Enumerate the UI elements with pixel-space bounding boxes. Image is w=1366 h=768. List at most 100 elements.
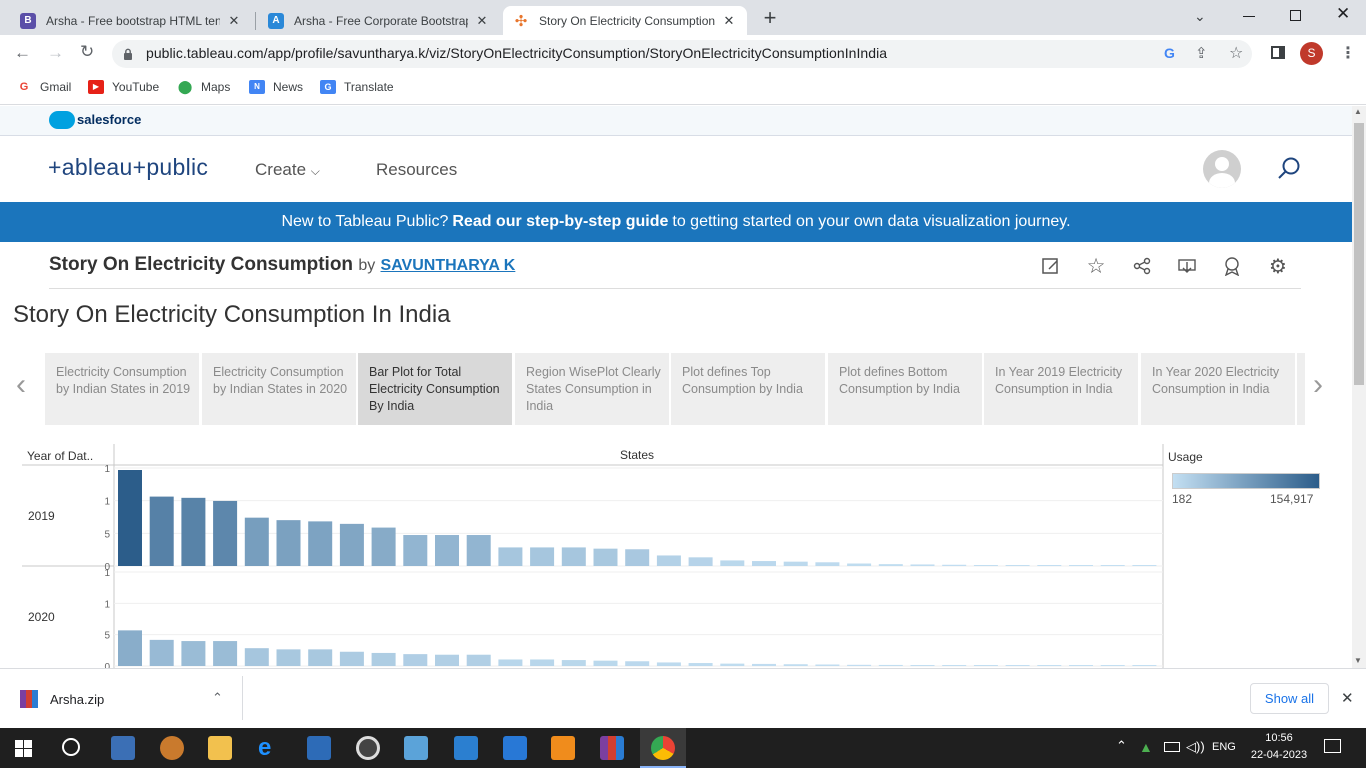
bar xyxy=(276,649,301,666)
bar xyxy=(371,527,396,566)
bar xyxy=(815,562,840,566)
guide-link[interactable]: Read our step-by-step guide xyxy=(452,213,668,231)
share-viz-icon[interactable] xyxy=(1130,254,1154,278)
language-indicator[interactable]: ENG xyxy=(1212,741,1236,753)
show-all-button[interactable]: Show all xyxy=(1250,683,1329,714)
nav-create[interactable]: Create ⌵ xyxy=(255,160,320,180)
file-explorer-icon[interactable] xyxy=(208,736,232,760)
bar xyxy=(593,660,618,666)
by-label: by xyxy=(358,257,376,274)
close-tab-icon[interactable]: ✕ xyxy=(226,13,242,29)
reload-icon[interactable]: ↻ xyxy=(80,42,94,62)
nav-resources[interactable]: Resources xyxy=(376,160,457,180)
clock-date[interactable]: 22-04-2023 xyxy=(1249,749,1309,761)
browser-tab-1[interactable]: B Arsha - Free bootstrap HTML ten ✕ xyxy=(10,6,252,35)
row-label-2020: 2020 xyxy=(28,610,55,624)
download-filename[interactable]: Arsha.zip xyxy=(50,692,104,707)
bookmark-youtube[interactable]: ▶ YouTube xyxy=(88,78,159,96)
settings-gear-icon[interactable]: ⚙ xyxy=(1266,254,1290,278)
story-point-8[interactable]: In Year 2020 Electricity Consumption in … xyxy=(1141,353,1295,425)
notification-icon[interactable] xyxy=(1324,739,1341,753)
browser-tab-2[interactable]: A Arsha - Free Corporate Bootstrap ✕ xyxy=(258,6,500,35)
volume-icon[interactable]: ◁)) xyxy=(1186,739,1205,755)
google-lens-icon[interactable]: G xyxy=(1164,45,1175,61)
browser-tab-title: Arsha - Free Corporate Bootstrap xyxy=(294,13,468,28)
bar xyxy=(1100,565,1125,566)
bookmark-gmail[interactable]: G Gmail xyxy=(16,78,72,96)
minimize-icon[interactable] xyxy=(1242,7,1256,21)
edit-viz-icon[interactable] xyxy=(1039,254,1063,278)
download-viz-icon[interactable] xyxy=(1175,254,1199,278)
bookmark-maps[interactable]: ⬤ Maps xyxy=(177,78,231,96)
tab-search-icon[interactable]: ⌄ xyxy=(1194,8,1206,25)
edge-icon[interactable]: e xyxy=(258,736,282,760)
story-point-2[interactable]: Electricity Consumption by Indian States… xyxy=(202,353,356,425)
badge-icon[interactable] xyxy=(1220,254,1244,278)
viz-title-row: Story On Electricity Consumption by SAVU… xyxy=(49,254,515,276)
search-icon[interactable] xyxy=(1276,156,1302,182)
profile-avatar[interactable]: S xyxy=(1300,42,1323,65)
user-avatar-icon[interactable] xyxy=(1203,150,1241,188)
bookmark-star-icon[interactable]: ☆ xyxy=(1229,43,1243,63)
bar xyxy=(1132,665,1157,666)
restore-icon[interactable] xyxy=(1290,10,1301,21)
new-tab-button[interactable]: + xyxy=(760,6,780,30)
story-point-1[interactable]: Electricity Consumption by Indian States… xyxy=(45,353,199,425)
search-circle-icon[interactable] xyxy=(62,738,80,756)
winrar-icon[interactable] xyxy=(600,736,624,760)
scroll-up-icon[interactable]: ▲ xyxy=(1354,107,1362,116)
windows-start-icon[interactable] xyxy=(15,740,32,757)
salesforce-cloud-icon[interactable] xyxy=(49,111,75,129)
lock-icon[interactable] xyxy=(123,47,133,60)
mail-icon[interactable] xyxy=(454,736,478,760)
story-next-arrow-icon[interactable]: › xyxy=(1313,368,1323,402)
window-close-icon[interactable]: ✕ xyxy=(1336,4,1350,24)
download-options-icon[interactable]: ⌃ xyxy=(212,690,223,706)
bar xyxy=(403,535,428,566)
bar xyxy=(688,663,713,666)
bookmark-label: YouTube xyxy=(112,80,160,94)
paint-icon[interactable] xyxy=(160,736,184,760)
clock-time[interactable]: 10:56 xyxy=(1249,732,1309,744)
tray-app-icon[interactable]: ▲ xyxy=(1139,739,1153,755)
battery-icon[interactable] xyxy=(1164,742,1180,752)
salesforce-label[interactable]: salesforce xyxy=(77,112,141,127)
bar xyxy=(656,662,681,666)
chrome-icon[interactable] xyxy=(651,736,675,760)
story-point-6[interactable]: Plot defines Bottom Consumption by India xyxy=(828,353,982,425)
scroll-down-icon[interactable]: ▼ xyxy=(1354,656,1362,665)
back-icon[interactable]: ← xyxy=(14,43,31,63)
bookmark-label: Translate xyxy=(344,80,394,94)
close-tab-icon[interactable]: ✕ xyxy=(474,13,490,29)
tableau-public-logo[interactable]: +ableau+public xyxy=(48,154,208,181)
favorite-star-icon[interactable]: ☆ xyxy=(1084,254,1108,278)
sublime-icon[interactable] xyxy=(551,736,575,760)
author-link[interactable]: SAVUNTHARYA K xyxy=(381,257,516,274)
url-text[interactable]: public.tableau.com/app/profile/savunthar… xyxy=(146,45,887,61)
chevron-down-icon: ⌵ xyxy=(310,164,320,178)
share-icon[interactable]: ⇪ xyxy=(1195,44,1208,62)
bookmark-news[interactable]: N News xyxy=(249,78,303,96)
forward-icon[interactable]: → xyxy=(47,43,64,63)
y-tick-label: 1 xyxy=(104,464,110,475)
media-player-icon[interactable] xyxy=(356,736,380,760)
notepad-icon[interactable] xyxy=(404,736,428,760)
story-point-4[interactable]: Region WisePlot Clearly States Consumpti… xyxy=(515,353,669,425)
story-prev-arrow-icon[interactable]: ‹ xyxy=(16,368,26,402)
calendar-icon[interactable] xyxy=(503,736,527,760)
scrollbar-thumb[interactable] xyxy=(1354,123,1364,385)
browser-tab-3-active[interactable]: ✣ Story On Electricity Consumption ✕ xyxy=(503,6,747,35)
story-point-5[interactable]: Plot defines Top Consumption by India xyxy=(671,353,825,425)
close-download-bar-icon[interactable]: ✕ xyxy=(1341,689,1354,707)
story-point-7[interactable]: In Year 2019 Electricity Consumption in … xyxy=(984,353,1138,425)
close-tab-icon[interactable]: ✕ xyxy=(721,13,737,29)
tray-chevron-icon[interactable]: ⌃ xyxy=(1116,738,1127,754)
side-panel-icon[interactable] xyxy=(1271,46,1285,59)
bar-chart[interactable]: 11501150 xyxy=(0,440,1352,668)
arsha-favicon-icon: A xyxy=(268,12,284,29)
bookmark-translate[interactable]: G Translate xyxy=(320,78,394,96)
store-icon[interactable] xyxy=(307,736,331,760)
story-point-3-selected[interactable]: Bar Plot for Total Electricity Consumpti… xyxy=(358,353,512,425)
computer-icon[interactable] xyxy=(111,736,135,760)
chrome-menu-icon[interactable]: ⋮ xyxy=(1340,43,1356,63)
